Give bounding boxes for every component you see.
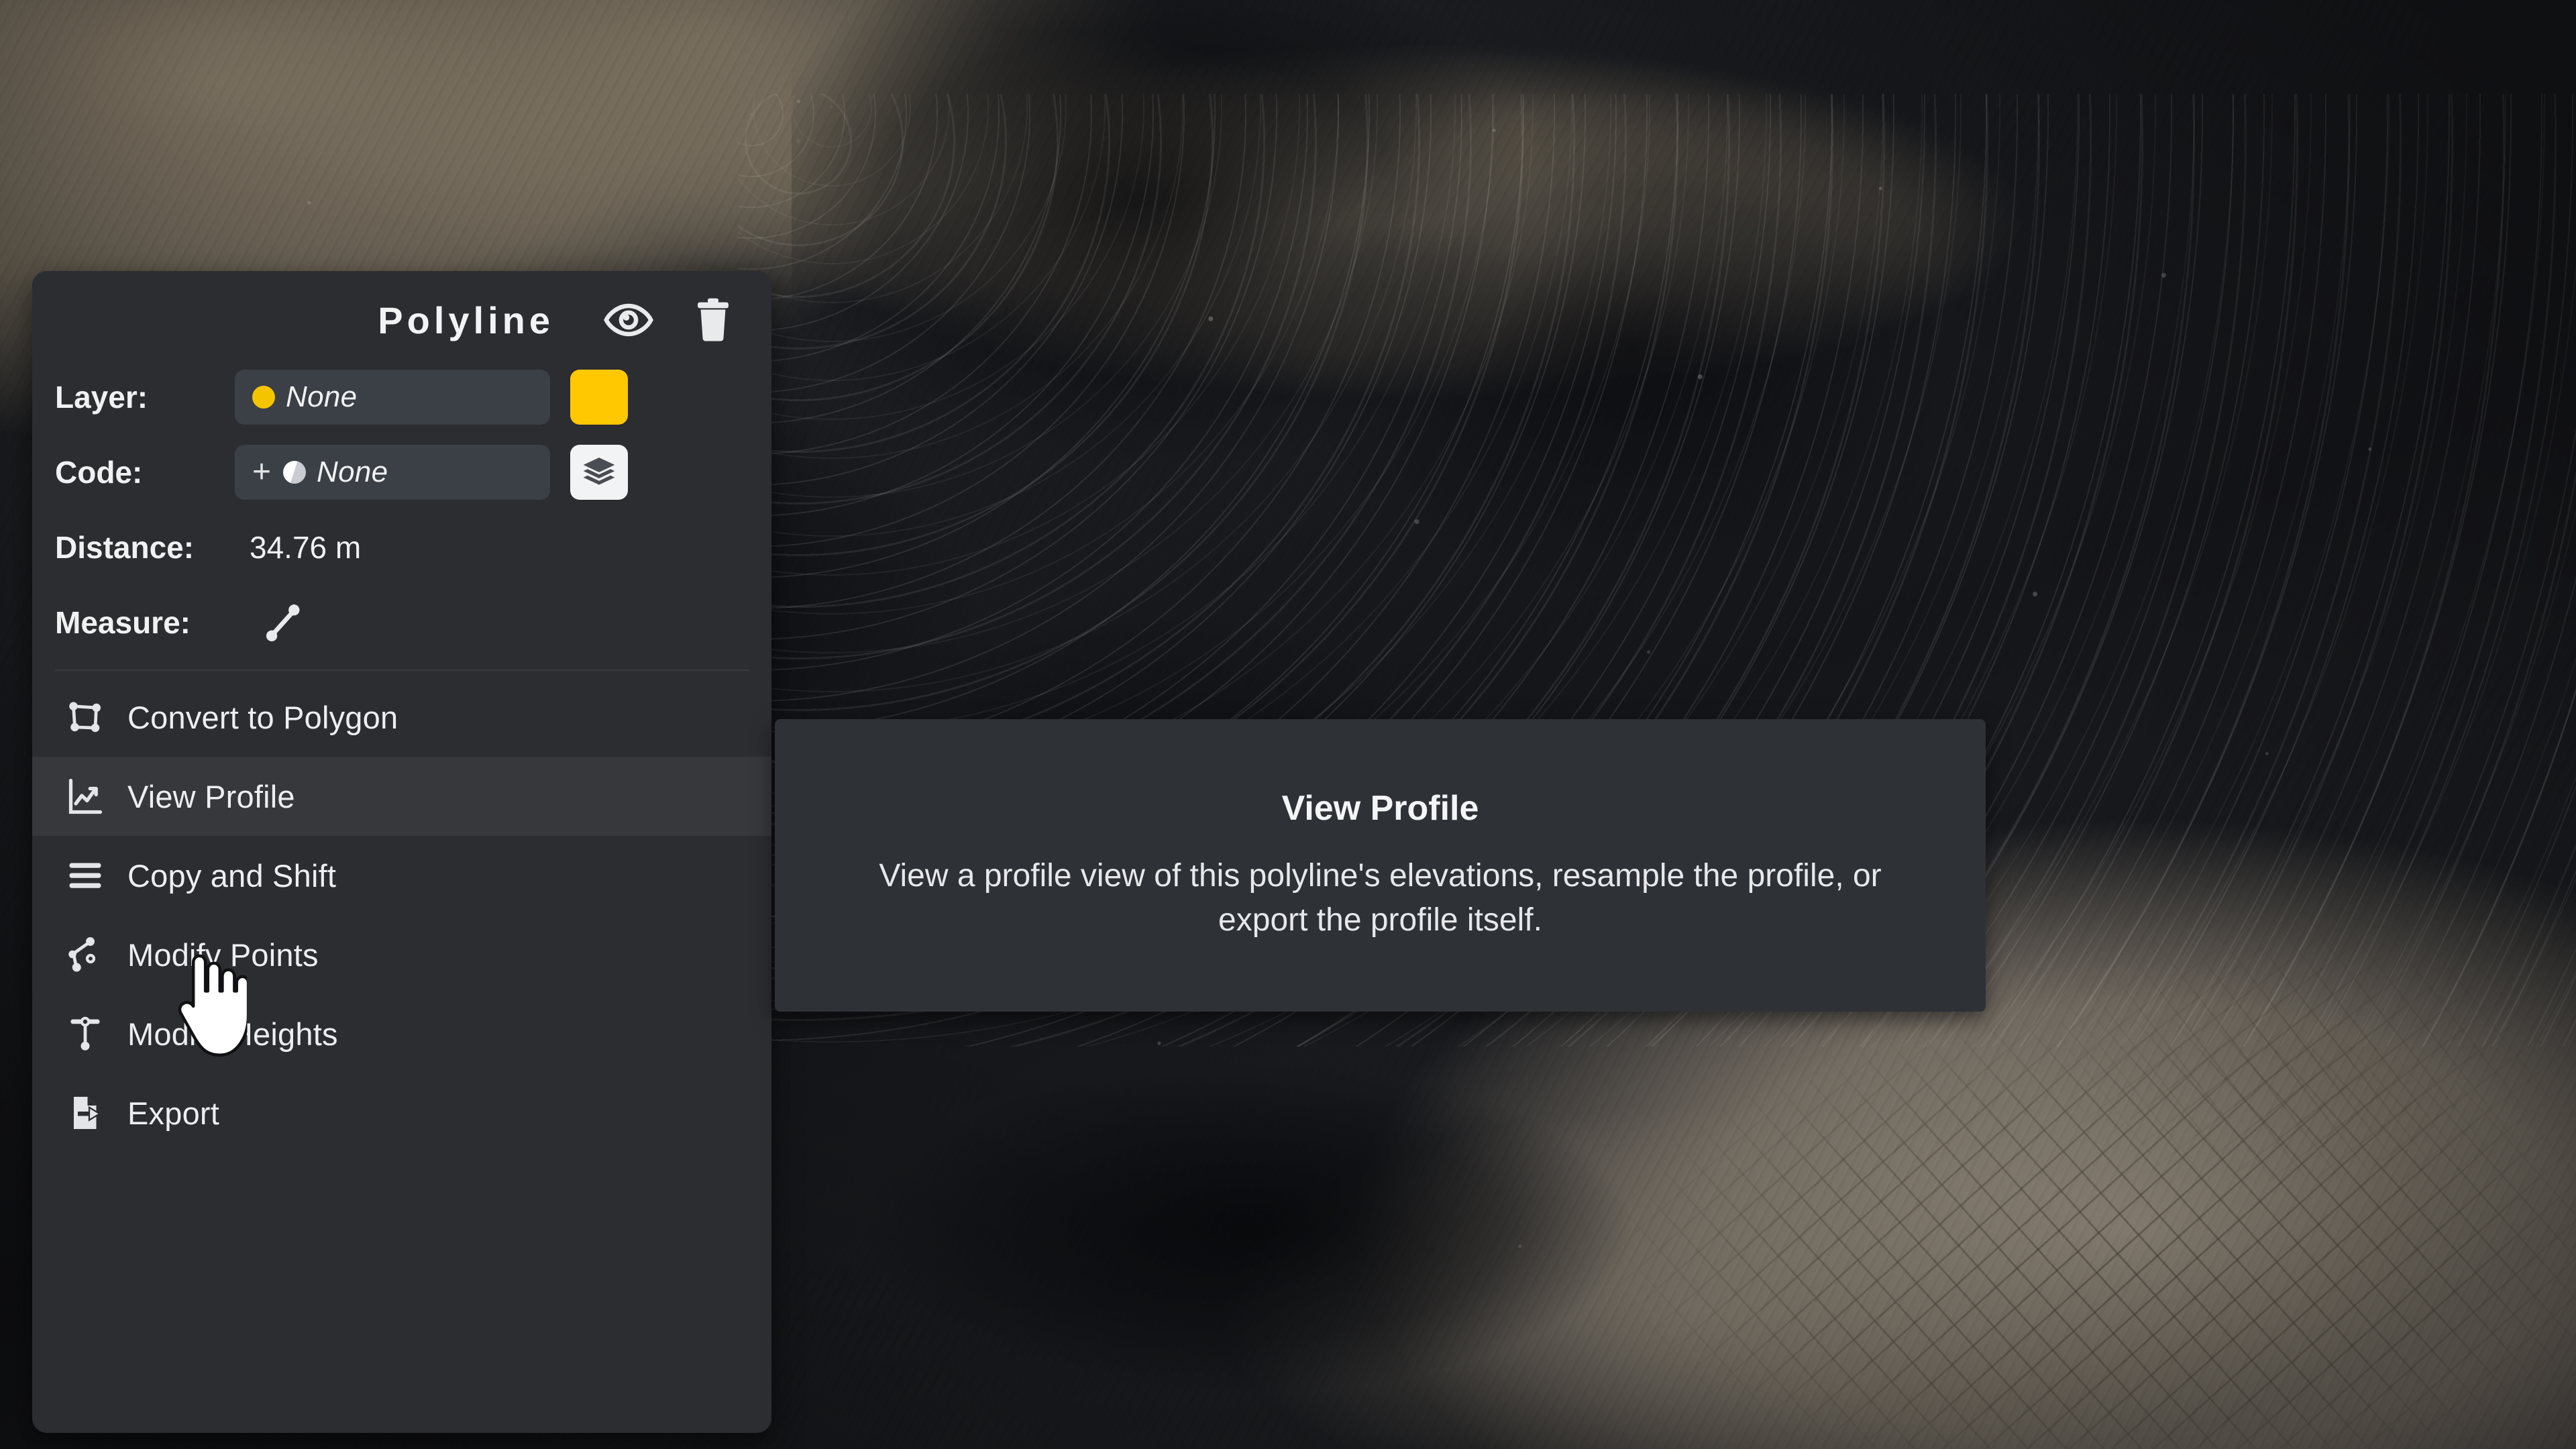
heights-tee-icon: [63, 1012, 107, 1056]
menu-item-label: Modify Points: [127, 936, 319, 973]
code-label: Code:: [55, 455, 143, 490]
code-value: None: [317, 455, 388, 488]
layer-color-swatch[interactable]: [570, 370, 628, 425]
menu-item-label: Export: [127, 1095, 220, 1131]
layer-label: Layer:: [55, 380, 148, 415]
distance-row: Distance: 34.76 m: [32, 510, 771, 585]
layer-select[interactable]: None: [235, 370, 550, 425]
layers-button[interactable]: [570, 445, 628, 500]
add-code-plus-icon[interactable]: +: [252, 455, 271, 488]
points-graph-icon: [63, 932, 107, 977]
export-file-icon: [63, 1091, 107, 1135]
panel-header: Polyline: [32, 271, 771, 356]
polyline-properties-panel: Polyline Layer: None Code: + None Distan…: [32, 271, 771, 1433]
tooltip-body: View a profile view of this polyline's e…: [879, 857, 1882, 938]
menu-item-export[interactable]: Export: [32, 1073, 771, 1152]
measure-row: Measure:: [32, 585, 771, 660]
distance-value: 34.76 m: [250, 530, 362, 565]
menu-item-label: Modify Heights: [127, 1016, 338, 1052]
profile-chart-icon: [63, 774, 107, 818]
menu-item-label: Copy and Shift: [127, 857, 337, 894]
menu-item-modify-points[interactable]: Modify Points: [32, 915, 771, 994]
action-menu: Convert to Polygon View Profile Copy and…: [32, 674, 771, 1152]
panel-divider: [55, 669, 749, 671]
code-select[interactable]: + None: [235, 445, 550, 500]
delete-trash-icon[interactable]: [688, 295, 738, 345]
distance-label: Distance:: [55, 530, 195, 565]
layer-value: None: [286, 380, 358, 413]
menu-item-label: Convert to Polygon: [127, 699, 398, 735]
tooltip-title: View Profile: [1281, 788, 1479, 828]
measure-segment-icon[interactable]: [252, 598, 314, 647]
visibility-eye-icon[interactable]: [604, 295, 653, 345]
layer-row: Layer: None: [32, 360, 771, 435]
menu-item-convert-to-polygon[interactable]: Convert to Polygon: [32, 678, 771, 757]
measure-label: Measure:: [55, 605, 191, 640]
layer-color-dot-icon: [252, 386, 275, 409]
menu-item-view-profile[interactable]: View Profile: [32, 757, 771, 836]
menu-item-copy-and-shift[interactable]: Copy and Shift: [32, 836, 771, 915]
stacked-lines-icon: [63, 853, 107, 898]
layers-stack-icon: [583, 458, 615, 485]
code-row: Code: + None: [32, 435, 771, 510]
page-title: Polyline: [378, 299, 554, 341]
code-symbol-dot-icon: [283, 461, 307, 484]
polygon-nodes-icon: [63, 695, 107, 739]
property-rows: Layer: None Code: + None Distance: 34.76…: [32, 356, 771, 660]
menu-item-label: View Profile: [127, 778, 295, 814]
menu-item-modify-heights[interactable]: Modify Heights: [32, 994, 771, 1073]
tooltip: View Profile View a profile view of this…: [775, 719, 1986, 1012]
